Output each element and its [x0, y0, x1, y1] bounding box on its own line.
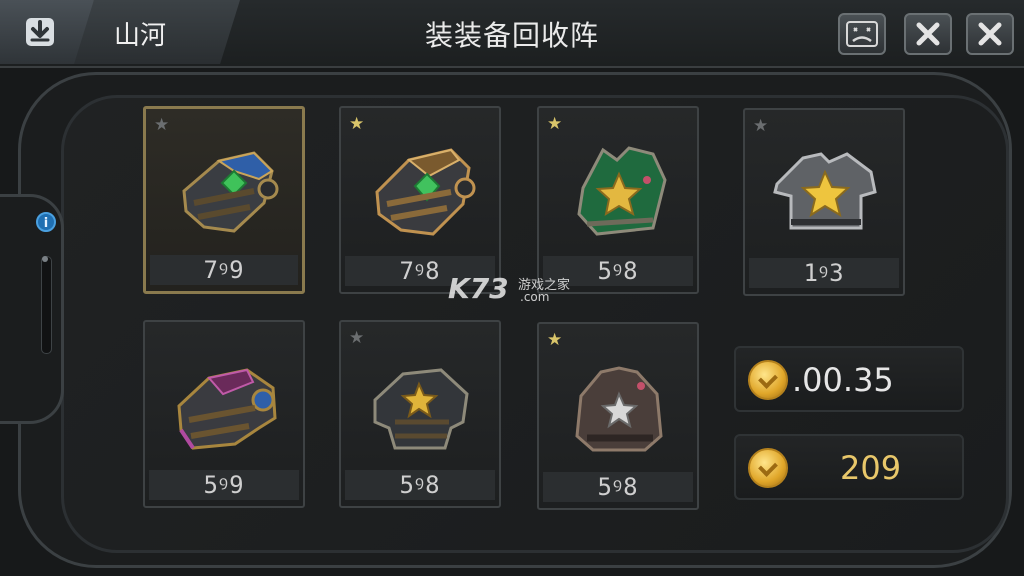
emote-button[interactable]: [838, 13, 886, 55]
item-quantity: 7ꝰ8: [345, 256, 495, 286]
side-handle: [0, 194, 64, 424]
face-icon: [846, 21, 878, 47]
gold-coin-icon: [748, 448, 788, 488]
armor-silver-star-icon: [773, 152, 877, 230]
item-quantity: 5ꝰ8: [543, 472, 693, 502]
armor-blue-icon: [182, 151, 279, 233]
side-slider-knob[interactable]: [42, 256, 48, 262]
item-quantity: 5ꝰ9: [149, 470, 299, 500]
item-slot-6[interactable]: ★ 5ꝰ8: [339, 320, 501, 508]
item-slot-3[interactable]: ★ 5ꝰ8: [537, 106, 699, 294]
close-button-2[interactable]: [966, 13, 1014, 55]
item-quantity: 1ꝰ3: [749, 258, 899, 288]
item-slot-4[interactable]: ★ 1ꝰ3: [743, 108, 905, 296]
close-icon: [916, 22, 940, 46]
gold-coin-icon: [748, 360, 788, 400]
currency-box-1: .00.35: [734, 346, 964, 412]
top-bar: 山河 装装备回收阵: [0, 0, 1024, 68]
close-button-1[interactable]: [904, 13, 952, 55]
currency-value-1: .00.35: [792, 361, 894, 399]
item-quantity: 7ꝰ9: [150, 255, 298, 285]
armor-green-star-icon: [577, 146, 667, 236]
armor-bronze-icon: [375, 148, 476, 236]
currency-value-2: 209: [840, 449, 902, 487]
armor-leather-icon: [575, 366, 663, 452]
item-slot-1[interactable]: ★ 7ꝰ9: [143, 106, 305, 294]
item-quantity: 5ꝰ8: [345, 470, 495, 500]
armor-purple-icon: [177, 368, 277, 450]
item-quantity: 5ꝰ8: [543, 256, 693, 286]
currency-box-2: 209: [734, 434, 964, 500]
armor-dark-star-icon: [373, 368, 469, 450]
item-slot-7[interactable]: ★ 5ꝰ8: [537, 322, 699, 510]
close-icon: [978, 22, 1002, 46]
info-icon[interactable]: i: [36, 212, 56, 232]
side-slider-track[interactable]: [41, 256, 52, 354]
item-slot-2[interactable]: ★ 7ꝰ8: [339, 106, 501, 294]
item-slot-5[interactable]: 5ꝰ9: [143, 320, 305, 508]
